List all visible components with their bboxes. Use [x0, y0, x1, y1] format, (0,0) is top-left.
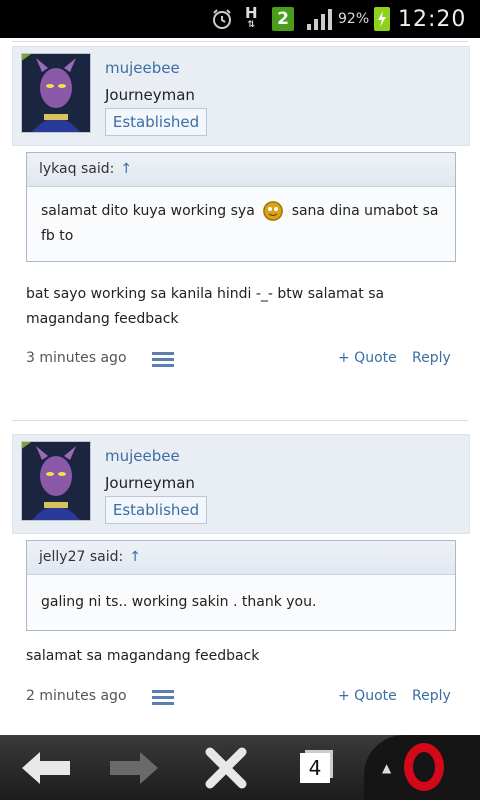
- tabs-button[interactable]: 4: [285, 735, 345, 800]
- avatar[interactable]: [21, 53, 91, 133]
- chevron-up-icon: ▲: [382, 761, 392, 775]
- online-indicator-icon: [22, 54, 34, 62]
- avatar[interactable]: [21, 441, 91, 521]
- divider: [12, 41, 468, 42]
- user-rank-badge: Established: [105, 108, 207, 136]
- opera-menu-container: ▲: [364, 735, 480, 800]
- quote-button[interactable]: + Quote: [338, 350, 397, 366]
- post-author-header: mujeebee Journeyman Established: [12, 434, 470, 534]
- post-author-header: mujeebee Journeyman Established: [12, 46, 470, 146]
- opera-menu-button[interactable]: ▲: [364, 735, 480, 800]
- back-button[interactable]: [16, 735, 76, 800]
- post-footer: 3 minutes ago + Quote Reply: [26, 348, 454, 372]
- clock: 12:20: [398, 6, 467, 32]
- forward-button[interactable]: [104, 735, 164, 800]
- close-icon: [205, 747, 247, 788]
- opera-logo-icon: [404, 743, 444, 791]
- quote-header: jelly27 said: ↑: [27, 541, 455, 575]
- quote-block: jelly27 said: ↑ galing ni ts.. working sa…: [26, 540, 456, 631]
- smiley-emoticon-icon: [263, 201, 284, 221]
- username-link[interactable]: mujeebee: [105, 447, 180, 465]
- notification-badge[interactable]: 2: [272, 7, 294, 31]
- quote-author: jelly27 said:: [39, 549, 124, 565]
- reply-button[interactable]: Reply: [412, 688, 451, 704]
- online-indicator-icon: [22, 442, 34, 450]
- post-message: salamat sa magandang feedback: [26, 648, 260, 664]
- signal-strength-icon: [306, 0, 334, 38]
- reply-button[interactable]: Reply: [412, 350, 451, 366]
- quote-block: lykaq said: ↑ salamat dito kuya working s…: [26, 152, 456, 262]
- user-title: Journeyman: [105, 474, 195, 492]
- post-menu-icon[interactable]: [152, 690, 174, 705]
- quote-text: galing ni ts.. working sakin . thank you…: [41, 594, 317, 610]
- stop-button[interactable]: [196, 735, 256, 800]
- post-footer: 2 minutes ago + Quote Reply: [26, 686, 454, 710]
- forward-arrow-icon: [110, 751, 158, 784]
- post-time: 3 minutes ago: [26, 350, 127, 366]
- quote-text-part: salamat dito kuya working sya: [41, 203, 255, 219]
- status-bar: H ⇅ 2 92% 12:20: [0, 0, 480, 38]
- post-time: 2 minutes ago: [26, 688, 127, 704]
- user-rank-badge: Established: [105, 496, 207, 524]
- post-divider: [12, 420, 468, 421]
- post-menu-icon[interactable]: [152, 352, 174, 367]
- go-to-post-icon[interactable]: ↑: [129, 549, 141, 565]
- back-arrow-icon: [22, 751, 70, 784]
- tab-count: 4: [300, 752, 330, 783]
- thread-content[interactable]: mujeebee Journeyman Established lykaq sa…: [0, 38, 480, 735]
- alarm-icon: [208, 0, 236, 38]
- go-to-post-icon[interactable]: ↑: [120, 161, 132, 177]
- battery-charging-icon: [374, 7, 390, 31]
- username-link[interactable]: mujeebee: [105, 59, 180, 77]
- battery-percent: 92%: [338, 11, 370, 27]
- user-title: Journeyman: [105, 86, 195, 104]
- browser-toolbar: 4 ▲: [0, 735, 480, 800]
- quote-text: salamat dito kuya working sya sana dina …: [27, 187, 455, 261]
- quote-button[interactable]: + Quote: [338, 688, 397, 704]
- quote-header: lykaq said: ↑: [27, 153, 455, 187]
- post-message: bat sayo working sa kanila hindi -_- btw…: [26, 286, 385, 327]
- quote-author: lykaq said:: [39, 161, 115, 177]
- network-type-indicator: H ⇅: [245, 4, 258, 31]
